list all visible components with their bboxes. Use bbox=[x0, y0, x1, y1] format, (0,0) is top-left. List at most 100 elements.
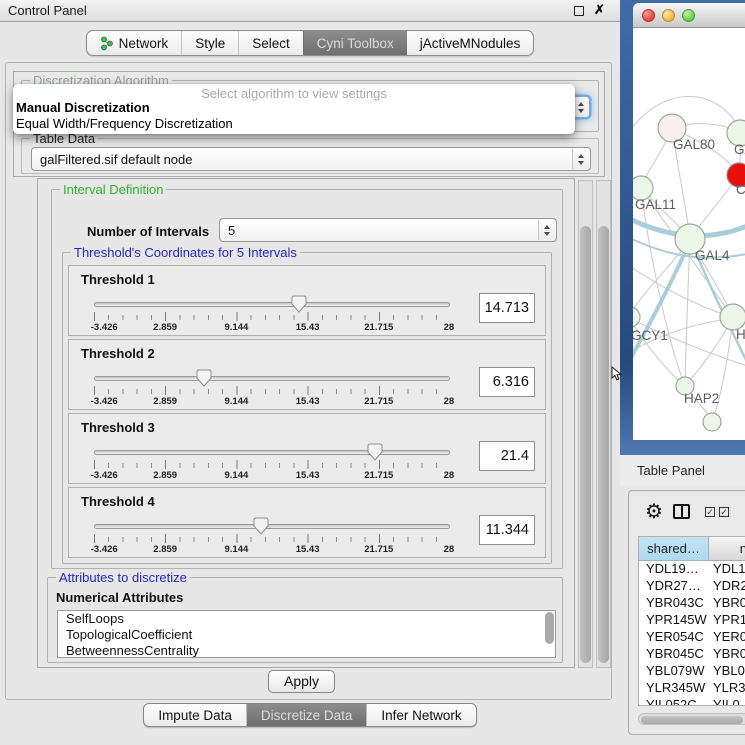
attribute-list-item[interactable]: TopologicalCoefficient bbox=[58, 627, 555, 643]
table-row[interactable]: YPR145W YPR1 bbox=[639, 612, 745, 629]
slider-thumb-icon[interactable] bbox=[253, 517, 269, 540]
cell-shared-name[interactable]: YBL079W bbox=[639, 663, 709, 680]
apply-button[interactable]: Apply bbox=[268, 670, 335, 693]
network-graph[interactable]: GAL80GACGAL11GAL4GCY1HHAP2 bbox=[633, 28, 745, 440]
network-node-label: GAL80 bbox=[673, 137, 715, 152]
tab-cyni-toolbox[interactable]: Cyni Toolbox bbox=[303, 31, 407, 55]
table-horizontal-scrollbar[interactable] bbox=[638, 713, 745, 725]
tab-impute-data[interactable]: Impute Data bbox=[144, 704, 246, 726]
cell-shared-name[interactable]: YDR27… bbox=[639, 578, 709, 595]
threshold-value-input[interactable] bbox=[479, 441, 535, 471]
algorithm-popup-item-equal-width[interactable]: Equal Width/Frequency Discretization bbox=[13, 116, 575, 132]
slider-thumb-icon[interactable] bbox=[291, 295, 307, 318]
tab-network[interactable]: Network bbox=[87, 31, 182, 55]
number-of-intervals-combobox[interactable]: 5 bbox=[219, 218, 557, 242]
cell-shared-name[interactable]: YBR045C bbox=[639, 646, 709, 663]
settings-scrollbar[interactable] bbox=[578, 180, 593, 668]
zoom-traffic-light-icon[interactable] bbox=[682, 9, 695, 22]
slider-track[interactable] bbox=[94, 376, 450, 381]
network-edge[interactable] bbox=[633, 260, 732, 317]
checkbox-icon[interactable]: ✓ bbox=[719, 507, 729, 517]
slider-thumb-icon[interactable] bbox=[367, 443, 383, 466]
threshold-value-input[interactable] bbox=[479, 367, 535, 397]
threshold-label: Threshold 4 bbox=[81, 494, 155, 509]
attribute-list-item[interactable]: BetweennessCentrality bbox=[58, 643, 555, 658]
network-node[interactable] bbox=[633, 307, 640, 327]
tab-select[interactable]: Select bbox=[238, 31, 303, 55]
threshold-value-input[interactable] bbox=[479, 293, 535, 323]
slider-tick-labels: -3.4262.8599.14415.4321.71528 bbox=[94, 322, 450, 333]
cell-shared-name[interactable]: YDL19… bbox=[639, 561, 709, 578]
table-horizontal-scrollbar-thumb[interactable] bbox=[641, 716, 743, 724]
network-edge[interactable] bbox=[685, 240, 690, 385]
tab-style[interactable]: Style bbox=[181, 31, 238, 55]
gear-icon[interactable]: ⚙ bbox=[645, 499, 663, 524]
threshold-value-input[interactable] bbox=[479, 515, 535, 545]
algorithm-popup-item-manual[interactable]: Manual Discretization bbox=[13, 100, 575, 116]
checkbox-icon[interactable]: ✓ bbox=[705, 507, 715, 517]
table-row[interactable]: YBR045C YBR0 bbox=[639, 646, 745, 663]
slider-track[interactable] bbox=[94, 524, 450, 529]
table-row[interactable]: YDL19… YDL1 bbox=[639, 561, 745, 578]
tab-discretize-data[interactable]: Discretize Data bbox=[246, 704, 367, 726]
cell-shared-name[interactable]: YER054C bbox=[639, 629, 709, 646]
threshold-slider[interactable]: -3.4262.8599.14415.4321.71528 bbox=[94, 369, 450, 409]
threshold-slider[interactable]: -3.4262.8599.14415.4321.71528 bbox=[94, 443, 450, 483]
combo-arrows-icon[interactable] bbox=[572, 149, 589, 169]
slider-tick-label: 15.43 bbox=[296, 544, 320, 555]
cell-shared-name[interactable]: YBR043C bbox=[639, 595, 709, 612]
network-canvas[interactable]: GAL80GACGAL11GAL4GCY1HHAP2 bbox=[633, 28, 745, 440]
cell-name[interactable]: YIL0 bbox=[709, 697, 745, 706]
table-row[interactable]: YBR043C YBR0 bbox=[639, 595, 745, 612]
cell-name[interactable]: YDL1 bbox=[709, 561, 745, 578]
combo-arrows-icon[interactable] bbox=[538, 220, 555, 240]
slider-tick-labels: -3.4262.8599.14415.4321.71528 bbox=[94, 396, 450, 407]
table-row[interactable]: YDR27… YDR2 bbox=[639, 578, 745, 595]
cell-name[interactable]: YPR1 bbox=[709, 612, 745, 629]
slider-tick-label: 15.43 bbox=[296, 396, 320, 407]
table-row[interactable]: YIL052C YIL0 bbox=[639, 697, 745, 706]
tab-infer-network[interactable]: Infer Network bbox=[366, 704, 475, 726]
float-window-icon[interactable] bbox=[574, 6, 584, 16]
threshold-panel: Threshold 2 -3.4262.8599.14415.4321.7152… bbox=[68, 339, 546, 410]
slider-ticks bbox=[94, 312, 450, 321]
split-columns-icon[interactable] bbox=[673, 504, 690, 519]
numerical-attributes-list[interactable]: SelfLoopsTopologicalCoefficientBetweenne… bbox=[57, 610, 556, 658]
threshold-slider[interactable]: -3.4262.8599.14415.4321.71528 bbox=[94, 295, 450, 335]
cell-name[interactable]: YDR2 bbox=[709, 578, 745, 595]
cell-shared-name[interactable]: YPR145W bbox=[639, 612, 709, 629]
network-edge-highlighted[interactable] bbox=[633, 241, 690, 376]
cell-name[interactable]: YER0 bbox=[709, 629, 745, 646]
cell-name[interactable]: YBR0 bbox=[709, 646, 745, 663]
network-window-titlebar[interactable] bbox=[633, 3, 745, 28]
threshold-slider[interactable]: -3.4262.8599.14415.4321.71528 bbox=[94, 517, 450, 557]
list-scrollbar[interactable] bbox=[545, 612, 554, 644]
settings-scrollbar-thumb[interactable] bbox=[580, 226, 591, 663]
slider-tick-label: -3.426 bbox=[91, 322, 118, 333]
close-traffic-light-icon[interactable] bbox=[642, 9, 655, 22]
table-row[interactable]: YLR345W YLR3 bbox=[639, 680, 745, 697]
network-node-label: C bbox=[736, 182, 745, 197]
table-row[interactable]: YBL079W YBL0 bbox=[639, 663, 745, 680]
cell-name[interactable]: YLR3 bbox=[709, 680, 745, 697]
cell-shared-name[interactable]: YIL052C bbox=[639, 697, 709, 706]
tab-jactivemnodules[interactable]: jActiveMNodules bbox=[407, 31, 534, 55]
column-header-name[interactable]: n bbox=[709, 537, 745, 561]
slider-thumb-icon[interactable] bbox=[196, 369, 212, 392]
minimize-traffic-light-icon[interactable] bbox=[662, 9, 675, 22]
cell-name[interactable]: YBL0 bbox=[709, 663, 745, 680]
column-header-shared-name[interactable]: shared… bbox=[639, 537, 709, 561]
panel-scrollbar[interactable] bbox=[596, 180, 611, 668]
slider-track[interactable] bbox=[94, 450, 450, 455]
cell-shared-name[interactable]: YLR345W bbox=[639, 680, 709, 697]
network-node[interactable] bbox=[703, 413, 721, 431]
slider-track[interactable] bbox=[94, 302, 450, 307]
cell-name[interactable]: YBR0 bbox=[709, 595, 745, 612]
interval-definition-title: Interval Definition bbox=[60, 182, 166, 197]
attribute-list-item[interactable]: SelfLoops bbox=[58, 611, 555, 627]
table-data-combobox[interactable]: galFiltered.sif default node bbox=[31, 147, 591, 171]
threshold-label: Threshold 2 bbox=[81, 346, 155, 361]
close-icon[interactable]: ✗ bbox=[594, 2, 605, 18]
panel-scrollbar-thumb[interactable] bbox=[598, 226, 609, 663]
table-row[interactable]: YER054C YER0 bbox=[639, 629, 745, 646]
